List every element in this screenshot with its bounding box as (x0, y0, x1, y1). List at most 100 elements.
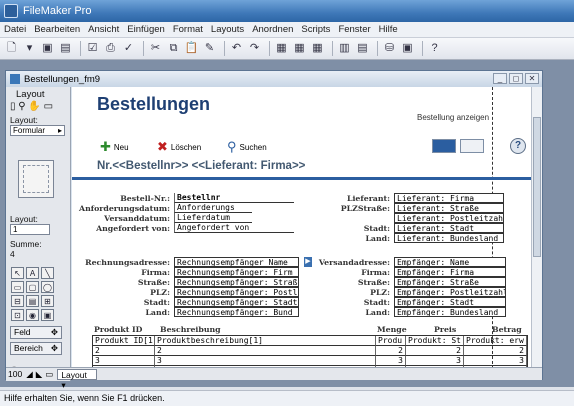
menu-hilfe[interactable]: Hilfe (379, 24, 398, 35)
order-number-field[interactable]: Bestellnr (174, 193, 294, 203)
undo-icon[interactable]: ↶ (229, 41, 244, 56)
book-nav-icons[interactable]: ▯ ⚲ ✋ ▭ (10, 101, 53, 112)
menu-bearbeiten[interactable]: Bearbeiten (34, 24, 80, 35)
close-icon[interactable]: ✕ (525, 73, 539, 84)
line-items-portal[interactable]: Produkt ID[1 Produktbeschreibung[1] Prod… (92, 335, 528, 369)
shipping-name-field[interactable]: Empfänger: Name (394, 257, 506, 267)
portal-cell[interactable]: 2 (406, 346, 464, 356)
show-order-link[interactable]: Bestellung anzeigen (417, 113, 489, 122)
billing-street-field[interactable]: Rechnungsempfänger: Straß (174, 277, 299, 287)
billing-postcode-field[interactable]: Rechnungsempfänger: Postl (174, 287, 299, 297)
shipping-street-field[interactable]: Empfänger: Straße (394, 277, 506, 287)
search-button[interactable]: ⚲ Suchen (227, 139, 267, 155)
supplier-street-field[interactable]: Lieferant: Straße (394, 203, 504, 213)
portal-cell[interactable]: Produ (376, 336, 406, 346)
layout-number-field[interactable]: 1 (10, 224, 50, 235)
supplier-state-field[interactable]: Lieferant: Bundesland (394, 233, 504, 243)
tab-control-tool-icon[interactable]: ⊡ (11, 309, 24, 321)
shipping-company-field[interactable]: Empfänger: Firma (394, 267, 506, 277)
spellcheck-icon[interactable]: ✓ (121, 41, 136, 56)
request-date-field[interactable]: Anforderungs (174, 203, 252, 213)
window-icon[interactable]: ▣ (400, 41, 415, 56)
billing-company-field[interactable]: Rechnungsempfänger: Firm (174, 267, 299, 277)
pointer-tool-icon[interactable]: ↖ (11, 267, 24, 279)
table-row[interactable]: 2 2 2 2 2 (93, 346, 527, 356)
restore-icon[interactable]: ◻ (509, 73, 523, 84)
menu-layouts[interactable]: Layouts (211, 24, 244, 35)
table-row[interactable]: 3 3 3 3 3 (93, 356, 527, 366)
layout-dropdown[interactable]: Formular ▸ (10, 125, 65, 136)
billing-city-field[interactable]: Rechnungsempfänger: Stadt (174, 297, 299, 307)
supplier-postcode-field[interactable]: Lieferant: Postleitzahl (394, 213, 504, 223)
portal-cell[interactable]: Produktbeschreibung[1] (155, 336, 376, 346)
supplier-company-field[interactable]: Lieferant: Firma (394, 193, 504, 203)
records-icon[interactable]: ▤ (58, 41, 73, 56)
menu-datei[interactable]: Datei (4, 24, 26, 35)
print-icon[interactable]: ⎙ (103, 41, 118, 56)
paste-icon[interactable]: 📋 (184, 41, 199, 56)
status-toggle-icon[interactable]: ▭ (45, 369, 53, 380)
vertical-scrollbar[interactable] (531, 87, 542, 369)
part-tool-button[interactable]: Bereich ✥ (10, 342, 62, 355)
portal-cell[interactable]: 3 (406, 356, 464, 366)
form-view-button[interactable] (432, 139, 456, 153)
copy-icon[interactable]: ⧉ (166, 41, 181, 56)
layout-icon[interactable]: ▦ (310, 41, 325, 56)
billing-state-field[interactable]: Rechnungsempfänger: Bund (174, 307, 299, 317)
checkbox-icon[interactable]: ☑ (85, 41, 100, 56)
menu-scripts[interactable]: Scripts (301, 24, 330, 35)
mode-popup[interactable]: Layout ▾ (57, 368, 98, 390)
list-view-icon[interactable]: ▤ (355, 41, 370, 56)
supplier-city-field[interactable]: Lieferant: Stadt (394, 223, 504, 233)
open-file-icon[interactable]: ▾ (22, 41, 37, 56)
menu-format[interactable]: Format (173, 24, 203, 35)
database-icon[interactable]: ⛁ (382, 41, 397, 56)
button-tool-icon[interactable]: ▤ (26, 295, 39, 307)
zoom-level[interactable]: 100 (8, 369, 22, 379)
portal-cell[interactable]: 3 (464, 356, 527, 366)
oval-tool-icon[interactable]: ◯ (41, 281, 54, 293)
delete-record-button[interactable]: ✖ Löschen (157, 139, 201, 155)
shipping-state-field[interactable]: Empfänger: Bundesland (394, 307, 506, 317)
portal-tool-icon[interactable]: ⊞ (41, 295, 54, 307)
portal-cell[interactable]: 2 (376, 346, 406, 356)
list-view-button[interactable] (460, 139, 484, 153)
layout-icon[interactable]: ▦ (274, 41, 289, 56)
field-tool-button[interactable]: Feld ✥ (10, 326, 62, 339)
shipping-city-field[interactable]: Empfänger: Stadt (394, 297, 506, 307)
format-painter-tool-icon[interactable]: ▣ (41, 309, 54, 321)
portal-cell[interactable]: 2 (464, 346, 527, 356)
portal-cell[interactable]: 3 (155, 356, 376, 366)
menu-anordnen[interactable]: Anordnen (252, 24, 293, 35)
rounded-rect-tool-icon[interactable]: ▢ (26, 281, 39, 293)
web-viewer-tool-icon[interactable]: ◉ (26, 309, 39, 321)
help-icon[interactable]: ? (427, 41, 442, 56)
minimize-icon[interactable]: _ (493, 73, 507, 84)
scrollbar-thumb[interactable] (533, 117, 541, 257)
redo-icon[interactable]: ↷ (247, 41, 262, 56)
portal-cell[interactable]: 2 (93, 346, 155, 356)
portal-cell[interactable]: 3 (376, 356, 406, 366)
portal-cell[interactable]: Produkt: St (406, 336, 464, 346)
layout-book-icon[interactable] (18, 160, 54, 198)
ship-date-field[interactable]: Lieferdatum (174, 213, 252, 223)
menu-fenster[interactable]: Fenster (338, 24, 370, 35)
requested-by-field[interactable]: Angefordert von (174, 223, 294, 233)
new-record-button[interactable]: ✚ Neu (100, 139, 129, 155)
field-tool-icon[interactable]: ⊟ (11, 295, 24, 307)
menu-ansicht[interactable]: Ansicht (88, 24, 119, 35)
help-button[interactable]: ? (510, 138, 526, 154)
menu-einfuegen[interactable]: Einfügen (127, 24, 165, 35)
line-tool-icon[interactable]: ╲ (41, 267, 54, 279)
zoom-in-icon[interactable]: ◣ (36, 369, 43, 380)
format-painter-icon[interactable]: ✎ (202, 41, 217, 56)
shipping-postcode-field[interactable]: Empfänger: Postleitzahl (394, 287, 506, 297)
cut-icon[interactable]: ✂ (148, 41, 163, 56)
portal-cell[interactable]: Produkt ID[1 (93, 336, 155, 346)
portal-cell[interactable]: 3 (93, 356, 155, 366)
portal-cell[interactable]: Produkt: erw (464, 336, 527, 346)
table-row[interactable]: Produkt ID[1 Produktbeschreibung[1] Prod… (93, 336, 527, 346)
table-view-icon[interactable]: ▥ (337, 41, 352, 56)
portal-cell[interactable]: 2 (155, 346, 376, 356)
billing-name-field[interactable]: Rechnungsempfänger Name (174, 257, 299, 267)
